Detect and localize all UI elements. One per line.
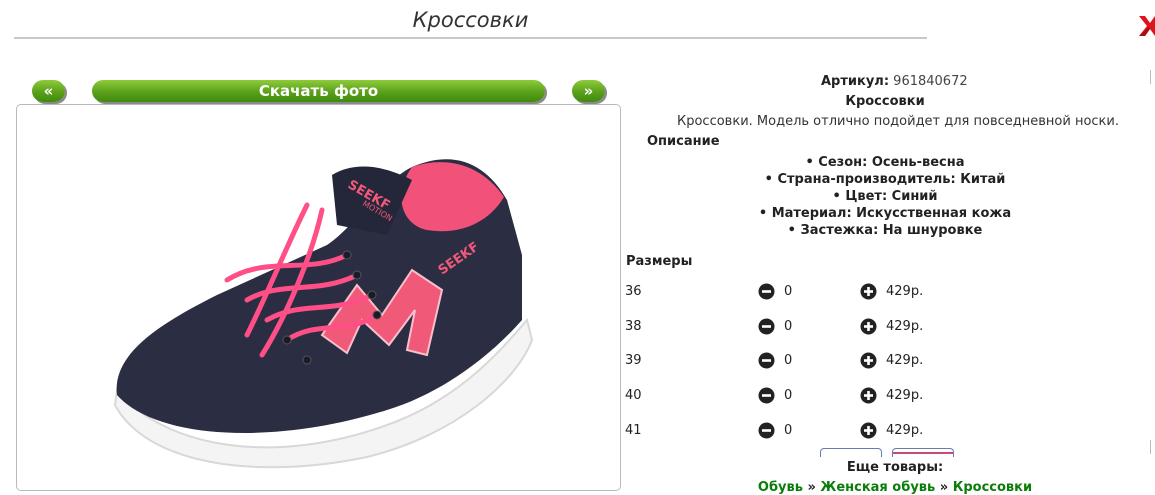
page-title: Кроссовки xyxy=(412,8,529,32)
quantity-value: 0 xyxy=(784,388,793,403)
minus-icon[interactable] xyxy=(758,283,775,300)
price-value: 429р. xyxy=(886,388,924,403)
article-value: 961840672 xyxy=(893,74,968,89)
breadcrumb-separator: » xyxy=(939,480,949,495)
plus-icon[interactable] xyxy=(860,422,877,439)
quantity-value: 0 xyxy=(784,353,793,368)
property-list: • Сезон: Осень-весна • Страна-производит… xyxy=(625,154,1145,239)
size-value: 39 xyxy=(625,353,642,368)
price-value: 429р. xyxy=(886,423,924,438)
price-value: 429р. xyxy=(886,353,924,368)
related-thumbnail[interactable] xyxy=(820,448,882,457)
breadcrumb-link-footwear[interactable]: Обувь xyxy=(758,480,803,495)
prev-photo-button[interactable]: « xyxy=(32,80,65,102)
sneaker-image: SEEKF SEEKF MOTION xyxy=(113,159,534,469)
product-photo: SEEKF SEEKF MOTION xyxy=(16,104,621,491)
next-photo-button[interactable]: » xyxy=(572,80,605,102)
plus-icon[interactable] xyxy=(860,352,877,369)
quantity-value: 0 xyxy=(784,423,793,438)
plus-icon[interactable] xyxy=(860,283,877,300)
property-item: • Страна-производитель: Китай xyxy=(764,172,1006,187)
article-line: Артикул: 961840672 xyxy=(821,74,968,89)
property-item: • Застежка: На шнуровке xyxy=(787,223,983,238)
sizes-heading: Размеры xyxy=(626,254,693,269)
property-item: • Сезон: Осень-весна xyxy=(805,155,965,170)
breadcrumb-link-sneakers[interactable]: Кроссовки xyxy=(953,480,1032,495)
article-label: Артикул: xyxy=(821,74,890,89)
title-divider xyxy=(14,37,927,39)
size-value: 38 xyxy=(625,319,642,334)
download-photo-button[interactable]: Скачать фото xyxy=(92,80,545,102)
description-heading: Описание xyxy=(647,134,720,149)
size-row: 38 0 429р. xyxy=(625,317,1145,337)
minus-icon[interactable] xyxy=(758,318,775,335)
short-description: Кроссовки. Модель отлично подойдет для п… xyxy=(677,114,1119,129)
scrollbar-track[interactable] xyxy=(1150,70,1155,470)
property-item: • Цвет: Синий xyxy=(832,189,938,204)
breadcrumb-separator: » xyxy=(807,480,816,495)
breadcrumb-link-womens-footwear[interactable]: Женская обувь xyxy=(820,480,935,495)
more-products-heading: Еще товары: xyxy=(846,460,944,475)
quantity-value: 0 xyxy=(784,284,793,299)
related-thumbnail[interactable] xyxy=(892,448,954,457)
size-row: 39 0 429р. xyxy=(625,351,1145,371)
price-value: 429р. xyxy=(886,319,924,334)
plus-icon[interactable] xyxy=(860,318,877,335)
property-item: • Материал: Искусственная кожа xyxy=(758,206,1012,221)
size-value: 40 xyxy=(625,388,642,403)
close-icon[interactable] xyxy=(1137,10,1155,42)
quantity-value: 0 xyxy=(784,319,793,334)
size-value: 36 xyxy=(625,284,642,299)
size-value: 41 xyxy=(625,423,642,438)
breadcrumb: Обувь » Женская обувь » Кроссовки xyxy=(625,480,1155,495)
minus-icon[interactable] xyxy=(758,387,775,404)
minus-icon[interactable] xyxy=(758,352,775,369)
price-value: 429р. xyxy=(886,284,924,299)
minus-icon[interactable] xyxy=(758,422,775,439)
size-row: 36 0 429р. xyxy=(625,282,1145,302)
product-name: Кроссовки xyxy=(845,94,925,109)
plus-icon[interactable] xyxy=(860,387,877,404)
size-row: 41 0 429р. xyxy=(625,421,1145,441)
size-row: 40 0 429р. xyxy=(625,386,1145,406)
